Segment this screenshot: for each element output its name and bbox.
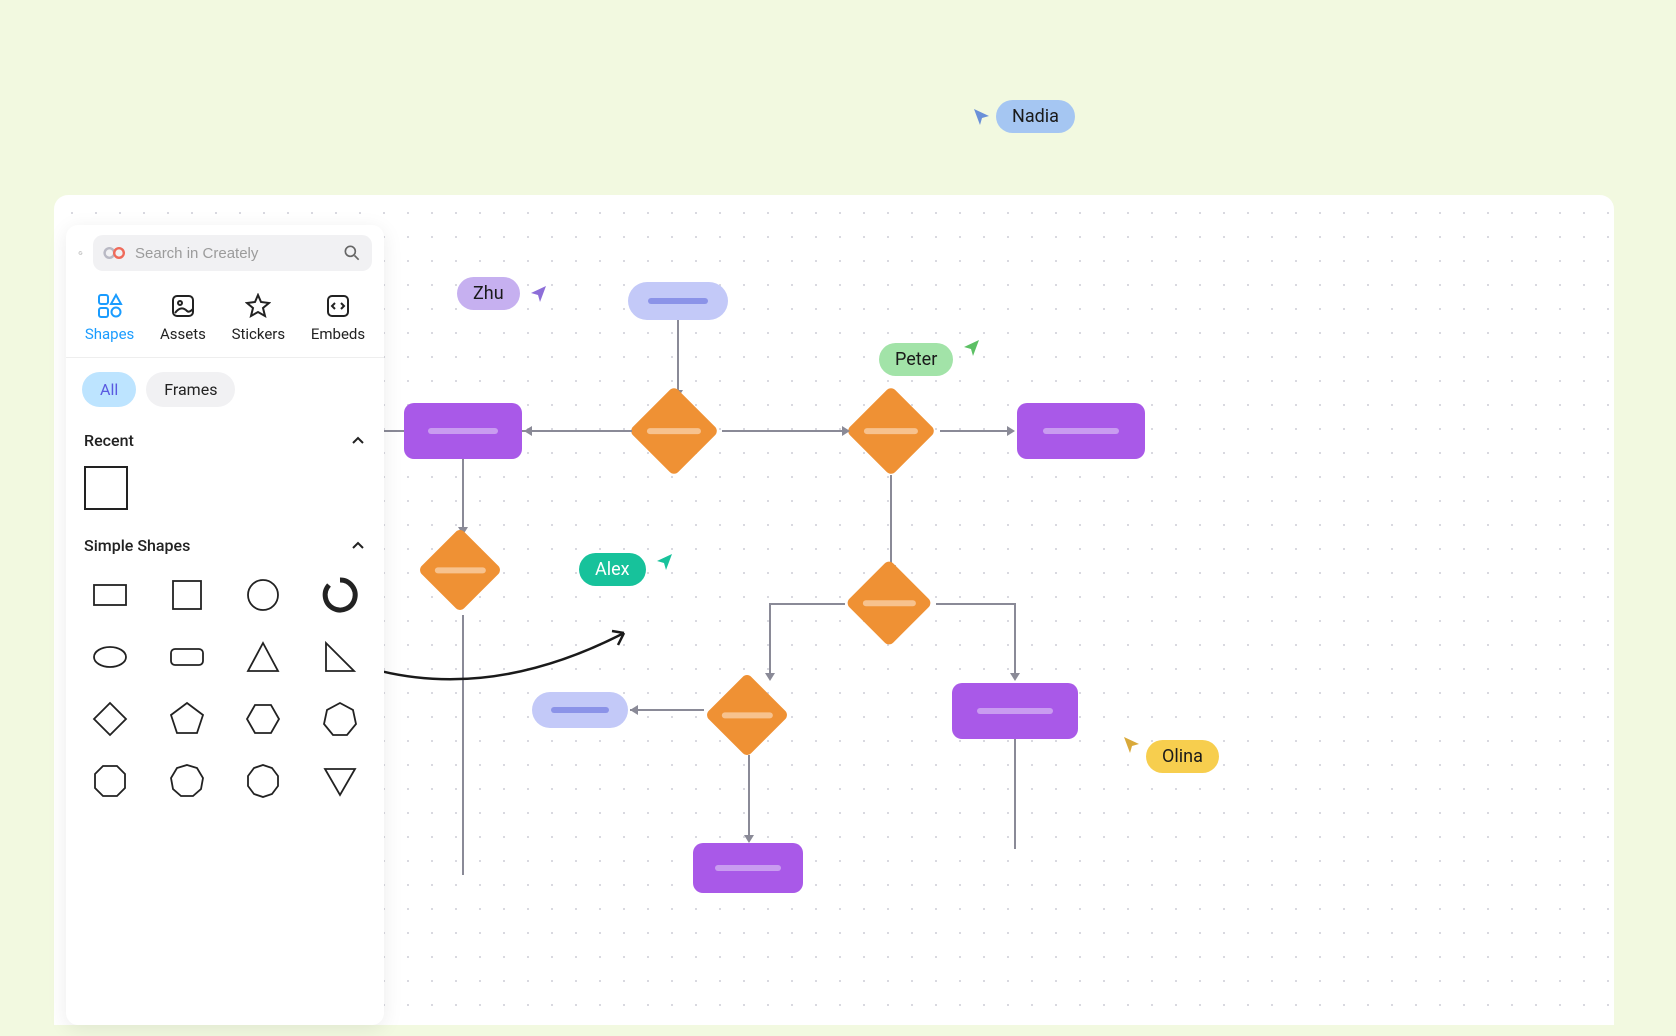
shapes-icon (97, 293, 123, 319)
flow-process-shape[interactable] (952, 683, 1078, 739)
filter-row: All Frames (66, 358, 384, 421)
cursor-icon (972, 107, 992, 127)
flow-decision-shape[interactable] (845, 559, 933, 647)
cursor-icon (961, 338, 981, 358)
flow-process-shape[interactable] (1017, 403, 1145, 459)
shape-nonagon[interactable] (163, 759, 212, 803)
image-icon (170, 293, 196, 319)
star-icon (245, 293, 271, 319)
tab-label: Stickers (232, 325, 286, 343)
tab-embeds[interactable]: Embeds (305, 289, 371, 347)
tab-stickers[interactable]: Stickers (226, 289, 292, 347)
tab-label: Shapes (85, 325, 134, 343)
shape-rounded-rectangle[interactable] (163, 635, 212, 679)
collaborator-cursor-peter: Peter (879, 343, 981, 376)
flow-arrow (384, 430, 404, 432)
flow-decision-shape[interactable] (418, 528, 503, 613)
flow-arrow (748, 755, 750, 835)
curved-arrow-icon (354, 625, 654, 705)
flow-decision-shape[interactable] (705, 673, 790, 758)
panel-tabs: Shapes Assets Stickers Embeds (66, 281, 384, 358)
flow-process-shape[interactable] (404, 403, 522, 459)
shape-ellipse[interactable] (86, 635, 135, 679)
collaborator-label: Olina (1146, 740, 1219, 773)
section-title: Recent (84, 431, 134, 450)
flow-arrow (769, 603, 771, 675)
flow-terminal-shape[interactable] (628, 282, 728, 320)
creately-logo-icon (103, 245, 127, 261)
shape-decagon[interactable] (239, 759, 288, 803)
arrowhead-icon (1010, 673, 1020, 681)
shape-circle[interactable] (239, 573, 288, 617)
filter-all[interactable]: All (82, 372, 136, 407)
shape-octagon[interactable] (86, 759, 135, 803)
collaborator-cursor-alex: Alex (579, 553, 674, 586)
shape-arc[interactable] (316, 573, 365, 617)
flow-decision-shape[interactable] (629, 386, 720, 477)
section-title: Simple Shapes (84, 536, 190, 555)
flow-arrow (936, 603, 1016, 605)
chevron-up-icon (350, 538, 366, 554)
flow-arrow (722, 430, 842, 432)
arrowhead-icon (1007, 426, 1015, 436)
collaborator-label: Peter (879, 343, 953, 376)
arrowhead-icon (630, 705, 638, 715)
section-recent-header[interactable]: Recent (66, 421, 384, 460)
collaborator-cursor-nadia: Nadia (972, 100, 1075, 133)
collaborator-label: Alex (579, 553, 646, 586)
tab-label: Assets (160, 325, 206, 343)
arrowhead-icon (524, 426, 532, 436)
shape-right-triangle[interactable] (316, 635, 365, 679)
collaborator-label: Nadia (996, 100, 1075, 133)
cursor-icon (528, 284, 548, 304)
arrowhead-icon (842, 426, 850, 436)
flow-arrow (890, 475, 892, 565)
shape-square[interactable] (163, 573, 212, 617)
tab-assets[interactable]: Assets (154, 289, 212, 347)
flow-process-shape[interactable] (693, 843, 803, 893)
flow-arrow (462, 459, 464, 527)
flow-arrow (522, 430, 632, 432)
flow-arrow (677, 320, 679, 390)
shape-pentagon[interactable] (163, 697, 212, 741)
chevron-up-icon (350, 433, 366, 449)
search-input[interactable] (135, 245, 334, 262)
search-box[interactable] (93, 235, 372, 271)
code-icon (325, 293, 351, 319)
cursor-icon (654, 552, 674, 572)
collaborator-label: Zhu (457, 277, 520, 310)
arrowhead-icon (765, 673, 775, 681)
flow-arrow (630, 709, 704, 711)
flow-arrow (1014, 739, 1016, 849)
section-simple-header[interactable]: Simple Shapes (66, 526, 384, 565)
shape-hexagon[interactable] (239, 697, 288, 741)
shapes-panel: Shapes Assets Stickers Embeds All Fr (66, 225, 384, 1025)
collaborator-cursor-olina: Olina (1122, 740, 1219, 773)
shape-triangle-down[interactable] (316, 759, 365, 803)
google-icon (78, 243, 83, 263)
collaborator-cursor-zhu: Zhu (457, 277, 548, 310)
arrowhead-icon (744, 835, 754, 843)
shape-rectangle[interactable] (86, 573, 135, 617)
shape-heptagon[interactable] (316, 697, 365, 741)
search-icon (342, 243, 362, 263)
tab-shapes[interactable]: Shapes (79, 289, 140, 347)
flow-arrow (1014, 603, 1016, 675)
tab-label: Embeds (311, 325, 365, 343)
flow-arrow (769, 603, 845, 605)
flow-arrow (940, 430, 1008, 432)
shapes-grid (66, 565, 384, 823)
filter-frames[interactable]: Frames (146, 372, 235, 407)
cursor-icon (1122, 735, 1142, 755)
shape-triangle[interactable] (239, 635, 288, 679)
shape-diamond[interactable] (86, 697, 135, 741)
flow-decision-shape[interactable] (846, 386, 937, 477)
search-row (66, 225, 384, 281)
recent-shape-square[interactable] (84, 466, 128, 510)
